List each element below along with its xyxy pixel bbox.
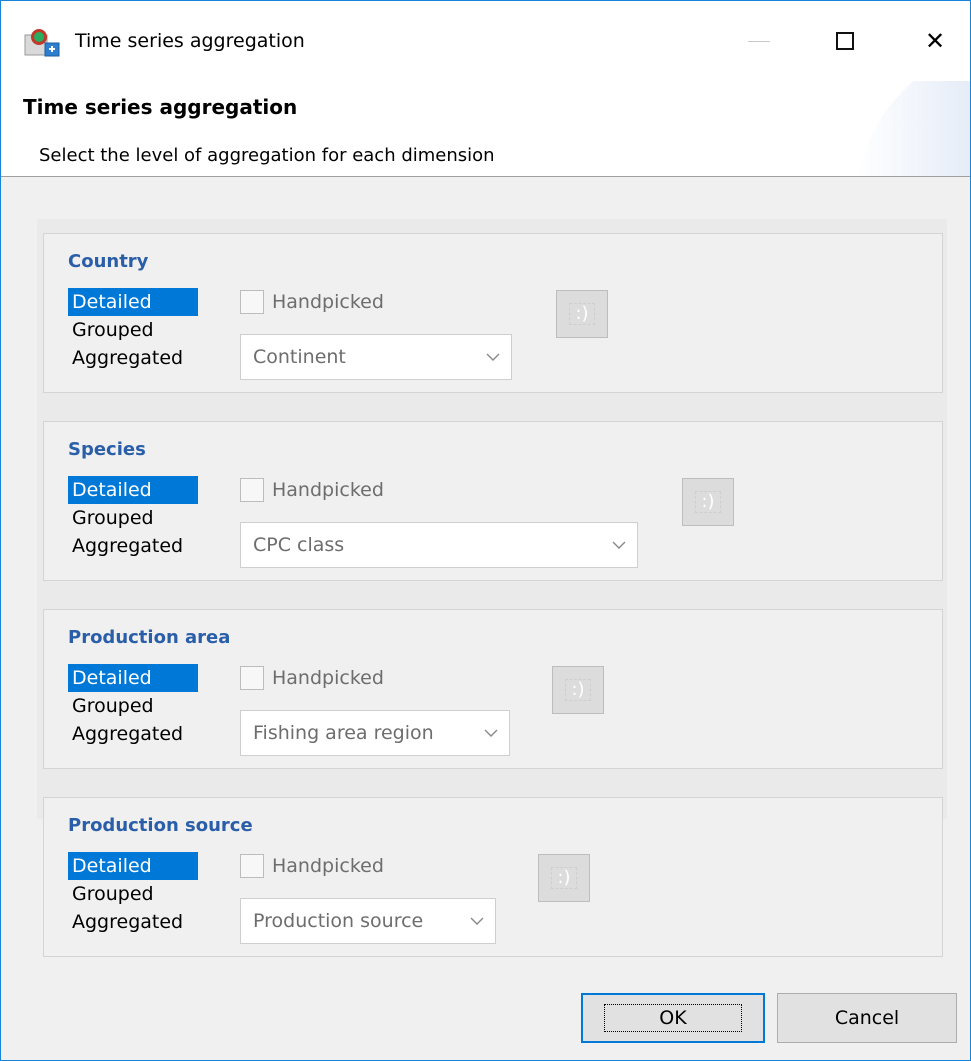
handpicked-checkbox[interactable]: Handpicked [240,854,384,878]
dimension-group-production-area: Production area Detailed Grouped Aggrega… [43,609,943,769]
close-button[interactable]: ✕ [907,15,963,67]
ok-button[interactable]: OK [581,993,765,1043]
dimension-group-species: Species Detailed Grouped Aggregated Hand… [43,421,943,581]
handpicked-checkbox[interactable]: Handpicked [240,290,384,314]
combo-value: Production source [253,910,424,932]
handpicked-checkbox[interactable]: Handpicked [240,666,384,690]
level-item-detailed[interactable]: Detailed [68,852,198,880]
ok-button-label: OK [604,1004,742,1032]
chevron-down-icon[interactable] [471,711,509,755]
level-item-aggregated[interactable]: Aggregated [68,720,198,748]
checkbox-box[interactable] [240,666,264,690]
dimension-group-production-source: Production source Detailed Grouped Aggre… [43,797,943,957]
checkbox-box[interactable] [240,478,264,502]
chevron-down-icon[interactable] [457,899,495,943]
grouping-combo[interactable]: Continent [240,334,512,380]
pick-icon: :) [565,679,591,701]
level-item-aggregated[interactable]: Aggregated [68,344,198,372]
handpicked-checkbox[interactable]: Handpicked [240,478,384,502]
combo-value: Fishing area region [253,722,434,744]
dimension-group-country: Country Detailed Grouped Aggregated Hand… [43,233,943,393]
group-title: Country [68,251,149,272]
level-item-detailed[interactable]: Detailed [68,288,198,316]
window-title: Time series aggregation [75,30,305,52]
title-bar[interactable]: Time series aggregation ✕ [1,1,970,81]
handpicked-label: Handpicked [272,667,384,689]
level-item-grouped[interactable]: Grouped [68,504,198,532]
group-title: Production area [68,627,231,648]
level-item-grouped[interactable]: Grouped [68,880,198,908]
content-panel: Country Detailed Grouped Aggregated Hand… [37,219,947,957]
combo-value: CPC class [253,534,345,556]
chevron-down-icon[interactable] [599,523,637,567]
minimize-icon [748,40,770,42]
grouping-combo[interactable]: Production source [240,898,496,944]
handpicked-label: Handpicked [272,291,384,313]
pick-icon: :) [551,867,577,889]
header-title: Time series aggregation [23,95,298,119]
pick-button[interactable]: :) [552,666,604,714]
maximize-icon [836,32,854,50]
cancel-button[interactable]: Cancel [777,993,957,1043]
pick-icon: :) [569,303,595,325]
pick-button[interactable]: :) [556,290,608,338]
dialog-header: Time series aggregation Select the level… [1,81,970,177]
checkbox-box[interactable] [240,854,264,878]
level-list[interactable]: Detailed Grouped Aggregated [68,288,198,372]
handpicked-label: Handpicked [272,855,384,877]
level-list[interactable]: Detailed Grouped Aggregated [68,476,198,560]
level-item-grouped[interactable]: Grouped [68,316,198,344]
close-icon: ✕ [924,27,946,55]
minimize-button[interactable] [731,15,787,67]
pick-button[interactable]: :) [682,478,734,526]
dialog-window: Time series aggregation ✕ Time series ag… [0,0,971,1061]
chevron-down-icon[interactable] [473,335,511,379]
grouping-combo[interactable]: CPC class [240,522,638,568]
handpicked-label: Handpicked [272,479,384,501]
checkbox-box[interactable] [240,290,264,314]
app-icon [24,29,60,57]
pick-icon: :) [695,491,721,513]
grouping-combo[interactable]: Fishing area region [240,710,510,756]
group-title: Species [68,439,146,460]
pick-button[interactable]: :) [538,854,590,902]
level-item-detailed[interactable]: Detailed [68,476,198,504]
level-list[interactable]: Detailed Grouped Aggregated [68,852,198,936]
header-decoration [858,81,970,176]
maximize-button[interactable] [817,15,873,67]
level-item-detailed[interactable]: Detailed [68,664,198,692]
level-item-aggregated[interactable]: Aggregated [68,532,198,560]
level-item-grouped[interactable]: Grouped [68,692,198,720]
level-item-aggregated[interactable]: Aggregated [68,908,198,936]
level-list[interactable]: Detailed Grouped Aggregated [68,664,198,748]
group-title: Production source [68,815,253,836]
combo-value: Continent [253,346,346,368]
cancel-button-label: Cancel [834,1007,900,1029]
header-subtitle: Select the level of aggregation for each… [39,145,495,166]
